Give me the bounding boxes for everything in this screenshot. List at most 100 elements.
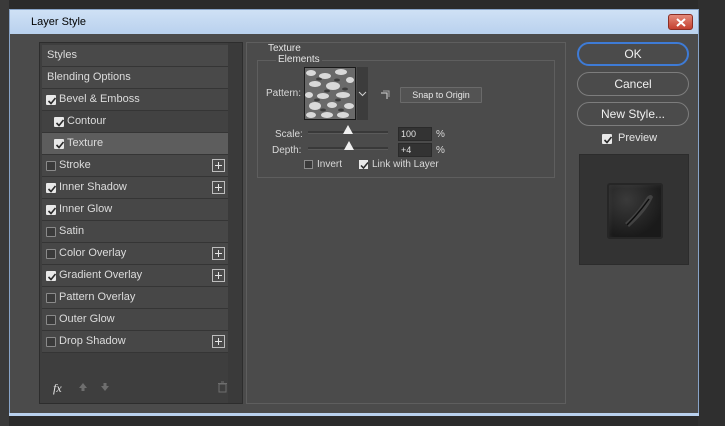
link-with-layer-checkbox[interactable]: [359, 160, 369, 170]
checkmark-icon: [360, 162, 369, 170]
style-item-drop-shadow[interactable]: Drop Shadow: [42, 331, 228, 353]
style-item-label: Inner Glow: [59, 203, 113, 215]
style-checkbox[interactable]: [46, 95, 57, 105]
pattern-thumbnail: [305, 68, 355, 119]
style-item-label: Inner Shadow: [59, 181, 127, 193]
close-button[interactable]: [668, 14, 693, 30]
style-preview-thumbnail: [607, 183, 663, 239]
add-style-instance-button[interactable]: [212, 335, 225, 348]
trash-icon[interactable]: [217, 381, 228, 393]
checkmark-icon: [47, 207, 57, 215]
add-style-instance-button[interactable]: [212, 181, 225, 194]
style-item-label: Contour: [67, 115, 107, 127]
scale-slider[interactable]: [308, 125, 388, 134]
texture-settings-panel: Texture Elements Pattern: Snap to Origin…: [246, 42, 566, 404]
preview-box: [579, 154, 689, 265]
window-bottom-edge: [9, 413, 699, 416]
style-checkbox[interactable]: [46, 205, 57, 215]
scale-unit: %: [436, 129, 445, 140]
checkmark-icon: [47, 185, 57, 193]
depth-input[interactable]: +4: [398, 143, 432, 157]
new-style-button[interactable]: New Style...: [577, 102, 689, 126]
styles-panel: Styles Blending Options Bevel & Emboss Cont…: [39, 42, 243, 404]
style-item-label: Bevel & Emboss: [59, 93, 140, 105]
fx-menu-button[interactable]: fx: [53, 381, 62, 396]
style-checkbox[interactable]: [46, 337, 56, 347]
preview-checkbox[interactable]: [602, 134, 613, 144]
style-item-label: Styles: [47, 49, 77, 61]
style-item-satin[interactable]: Satin: [42, 221, 228, 243]
scale-slider-thumb[interactable]: [343, 125, 353, 134]
preview-label: Preview: [618, 132, 658, 144]
checkmark-icon: [47, 97, 57, 105]
style-item-inner-glow[interactable]: Inner Glow: [42, 199, 228, 221]
styles-scrollbar[interactable]: [228, 43, 242, 403]
style-item-label: Satin: [59, 225, 85, 237]
style-checkbox[interactable]: [54, 139, 65, 149]
style-item-label: Texture: [67, 137, 104, 149]
style-item-label: Gradient Overlay: [59, 269, 143, 281]
scale-label: Scale:: [275, 129, 303, 140]
style-item-pattern-overlay[interactable]: Pattern Overlay: [42, 287, 228, 309]
chevron-down-icon: [358, 91, 367, 97]
style-item-gradient-overlay[interactable]: Gradient Overlay: [42, 265, 228, 287]
cancel-button[interactable]: Cancel: [577, 72, 689, 96]
style-item-outer-glow[interactable]: Outer Glow: [42, 309, 228, 331]
pattern-label: Pattern:: [266, 88, 302, 99]
depth-slider-thumb[interactable]: [343, 141, 354, 150]
elements-group-title: Elements: [276, 54, 322, 65]
close-icon: [676, 18, 686, 27]
ok-button[interactable]: OK: [577, 42, 689, 66]
checkmark-icon: [55, 141, 65, 149]
new-preset-icon[interactable]: [380, 90, 390, 100]
style-checkbox[interactable]: [46, 293, 56, 303]
style-checkbox[interactable]: [46, 271, 57, 281]
style-item-stroke[interactable]: Stroke: [42, 155, 228, 177]
add-style-instance-button[interactable]: [212, 247, 225, 260]
style-item-color-overlay[interactable]: Color Overlay: [42, 243, 228, 265]
invert-label: Invert: [317, 159, 343, 170]
style-checkbox[interactable]: [46, 227, 56, 237]
dialog-body: Styles Blending Options Bevel & Emboss Cont…: [9, 34, 699, 415]
style-item-contour[interactable]: Contour: [42, 111, 228, 133]
style-checkbox[interactable]: [46, 183, 57, 193]
depth-label: Depth:: [272, 145, 302, 156]
window-frame-right: [698, 0, 725, 426]
elements-group: Elements Pattern: Snap to Origin Scale: …: [257, 54, 555, 178]
style-item-texture[interactable]: Texture: [42, 133, 228, 155]
style-item-label: Drop Shadow: [59, 335, 126, 347]
style-item-label: Color Overlay: [59, 247, 127, 259]
checkmark-icon: [47, 273, 57, 281]
style-item-label: Blending Options: [47, 71, 131, 83]
add-style-instance-button[interactable]: [212, 159, 225, 172]
window-title: Layer Style: [31, 16, 87, 28]
pattern-picker-dropdown[interactable]: [357, 67, 368, 120]
window-frame-left: [0, 0, 9, 426]
scale-input[interactable]: 100: [398, 127, 432, 141]
checkmark-icon: [55, 119, 65, 127]
preview-highlight: [625, 195, 653, 227]
style-item-label: Pattern Overlay: [59, 291, 136, 303]
style-checkbox[interactable]: [46, 249, 56, 259]
snap-to-origin-button[interactable]: Snap to Origin: [400, 87, 482, 103]
move-up-icon[interactable]: [78, 382, 88, 392]
checkmark-icon: [603, 136, 613, 144]
styles-toolbar: fx: [42, 377, 228, 401]
link-with-layer-label: Link with Layer: [372, 159, 439, 170]
style-item-styles[interactable]: Styles: [42, 45, 228, 67]
texture-group-title: Texture: [267, 43, 302, 54]
style-item-blending-options[interactable]: Blending Options: [42, 67, 228, 89]
style-item-label: Outer Glow: [59, 313, 115, 325]
style-item-bevel-emboss[interactable]: Bevel & Emboss: [42, 89, 228, 111]
add-style-instance-button[interactable]: [212, 269, 225, 282]
style-checkbox[interactable]: [46, 315, 56, 325]
layer-style-dialog: Layer Style Styles Blending Options Bevel …: [0, 0, 725, 426]
depth-slider[interactable]: [308, 141, 388, 150]
invert-checkbox[interactable]: [304, 160, 313, 169]
title-bar[interactable]: Layer Style: [9, 9, 699, 34]
style-item-inner-shadow[interactable]: Inner Shadow: [42, 177, 228, 199]
style-checkbox[interactable]: [54, 117, 65, 127]
pattern-swatch[interactable]: [304, 67, 356, 120]
style-checkbox[interactable]: [46, 161, 56, 171]
move-down-icon[interactable]: [100, 382, 110, 392]
